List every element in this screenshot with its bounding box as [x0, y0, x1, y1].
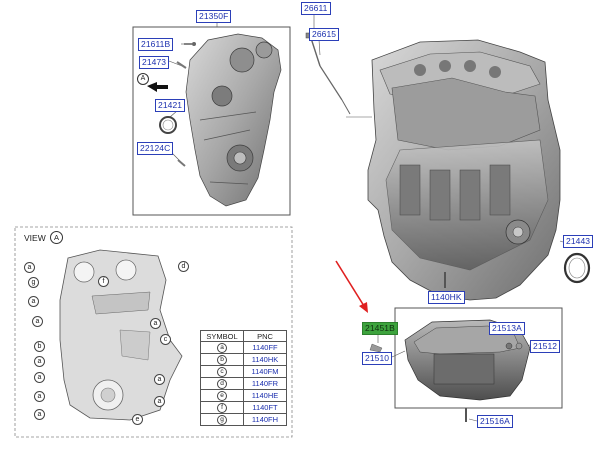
- symbol-callout-a: a: [28, 296, 39, 307]
- part-label-21611b[interactable]: 21611B: [138, 38, 174, 51]
- engine-block-illustration: [367, 39, 561, 301]
- table-row[interactable]: c 1140FM: [200, 365, 287, 378]
- part-label-timing-cover[interactable]: 21350F: [196, 10, 232, 23]
- symbol-cell: d: [217, 379, 227, 389]
- view-a-marker: A: [137, 73, 149, 85]
- part-label-1140hk[interactable]: 1140HK: [428, 291, 465, 304]
- pnc-cell[interactable]: 1140FF: [243, 341, 287, 354]
- symbol-callout-a: a: [24, 262, 35, 273]
- parts-diagram: 21350F 21611B 21473 A 21421 22124C 26611…: [0, 0, 600, 450]
- symbol-cell: e: [217, 391, 227, 401]
- part-label-seal[interactable]: 21421: [155, 99, 186, 112]
- symbol-callout-c: c: [160, 334, 171, 345]
- diagram-drawing: [14, 12, 591, 438]
- symbol-cell: a: [217, 343, 227, 353]
- table-header-row: SYMBOL PNC: [200, 330, 287, 342]
- pnc-cell[interactable]: 1140FM: [243, 365, 287, 378]
- table-row[interactable]: a 1140FF: [200, 341, 287, 354]
- symbol-callout-a: a: [154, 374, 165, 385]
- symbol-callout-a: a: [34, 391, 45, 402]
- part-label-plug[interactable]: 22124C: [137, 142, 174, 155]
- table-row[interactable]: g 1140FH: [200, 413, 287, 426]
- part-label-dipstick[interactable]: 26615: [309, 28, 340, 41]
- part-label-dipstick-tube[interactable]: 26611: [301, 2, 331, 15]
- symbol-callout-a: a: [34, 372, 45, 383]
- part-label-oil-pan-bolt[interactable]: 21516A: [477, 415, 513, 428]
- symbol-cell: f: [217, 403, 227, 413]
- pnc-cell[interactable]: 1140HE: [243, 389, 287, 402]
- part-label-dowel[interactable]: 21473: [139, 56, 170, 69]
- part-label-gasket[interactable]: 21512: [530, 340, 561, 353]
- header-pnc: PNC: [243, 330, 287, 342]
- table-row[interactable]: b 1140HK: [200, 353, 287, 366]
- symbol-cell: c: [217, 367, 227, 377]
- header-symbol: SYMBOL: [200, 330, 244, 342]
- red-pointer-arrow: [335, 260, 368, 313]
- symbol-callout-a: a: [32, 316, 43, 327]
- table-row[interactable]: e 1140HE: [200, 389, 287, 402]
- dipstick-illustration: [305, 32, 351, 115]
- timing-cover-illustration: [159, 33, 282, 207]
- symbol-pnc-table: SYMBOL PNC a 1140FF b 1140HK c 1140FM d …: [200, 330, 287, 426]
- symbol-callout-e: e: [132, 414, 143, 425]
- part-label-rear-seal[interactable]: 21443: [563, 235, 594, 248]
- symbol-callout-b: b: [34, 341, 45, 352]
- symbol-cell: b: [217, 355, 227, 365]
- symbol-callout-a: a: [34, 356, 45, 367]
- pnc-cell[interactable]: 1140HK: [243, 353, 287, 366]
- pnc-cell[interactable]: 1140FT: [243, 401, 287, 414]
- part-label-oil-pan[interactable]: 21510: [362, 352, 393, 365]
- symbol-callout-a: a: [34, 409, 45, 420]
- symbol-cell: g: [217, 415, 227, 425]
- pnc-cell[interactable]: 1140FR: [243, 377, 287, 390]
- symbol-callout-a: a: [150, 318, 161, 329]
- pnc-cell[interactable]: 1140FH: [243, 413, 287, 426]
- part-label-drain-plug[interactable]: 21513A: [489, 322, 525, 335]
- table-row[interactable]: f 1140FT: [200, 401, 287, 414]
- symbol-callout-a: a: [154, 396, 165, 407]
- symbol-callout-g: g: [28, 277, 39, 288]
- part-label-highlighted[interactable]: 21451B: [362, 322, 398, 335]
- oil-pan-illustration: [369, 319, 531, 422]
- symbol-callout-d: d: [178, 261, 189, 272]
- view-title: VIEW: [24, 233, 46, 243]
- table-row[interactable]: d 1140FR: [200, 377, 287, 390]
- view-direction-arrow: [147, 82, 168, 92]
- view-title-marker: A: [50, 231, 63, 244]
- symbol-callout-f: f: [98, 276, 109, 287]
- rear-seal-illustration: [563, 252, 591, 284]
